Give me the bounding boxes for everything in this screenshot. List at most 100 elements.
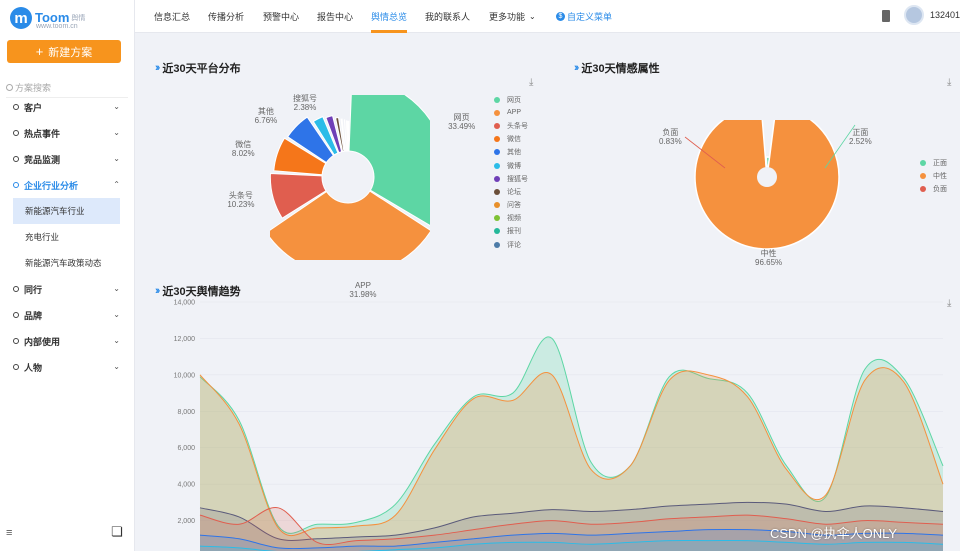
chevron-down-icon: ⌄ [113,310,120,319]
legend-swatch [920,185,926,192]
tab-more-functions[interactable]: 更多功能 ⌄ [489,0,536,33]
circle-icon [13,104,19,110]
watermark: CSDN @执伞人ONLY [770,526,898,541]
sidebar-item-label: 品牌 [24,310,43,321]
y-tick-label: 2,000 [177,518,195,525]
sentiment-data-label: 负面 0.83% [659,128,682,146]
double-chevron-icon: ›› [574,62,580,74]
chevron-down-icon: ⌄ [113,336,120,345]
tab-info-summary[interactable]: 信息汇总 [154,0,190,33]
sidebar-item-label: 竞品监测 [24,154,61,165]
y-tick-label: 4,000 [177,482,195,489]
avatar[interactable] [904,5,924,25]
tab-report-center[interactable]: 报告中心 [317,0,353,33]
double-chevron-icon: ›› [155,62,161,74]
legend-item[interactable]: 网页 [494,93,528,106]
circle-icon [13,286,19,292]
legend-swatch [494,109,500,116]
chevron-down-icon: ⌄ [113,128,120,137]
platform-legend: 网页 APP 头条号微信其他 微博 搜狐号论坛问答视频报刊评论 [494,93,528,251]
circle-icon [13,156,19,162]
pie-data-label: 微信 8.02% [231,140,255,159]
legend-item[interactable]: 问答 [494,199,528,212]
legend-item[interactable]: 头条号 [494,119,528,132]
dollar-circle-icon: $ [556,12,565,21]
y-tick-label: 12,000 [174,336,196,343]
collapse-menu-icon[interactable]: ≡ [6,527,12,539]
download-icon[interactable]: ⤓ [947,77,951,88]
sidebar-item-peers[interactable]: 同行 ⌄ [0,276,134,302]
sentiment-center-hole [757,167,777,187]
sidebar-item-industry[interactable]: 企业行业分析 ⌃ [0,172,134,198]
legend-swatch [494,202,500,209]
tab-spread-analysis[interactable]: 传播分析 [208,0,244,33]
shirt-icon[interactable]: ❏ [111,524,123,540]
pie-slice-11[interactable] [347,120,350,152]
legend-item[interactable]: 搜狐号 [494,172,528,185]
legend-item[interactable]: 微信 [494,133,528,146]
legend-item[interactable]: 其他 [494,146,528,159]
legend-item[interactable]: 微博 [494,159,528,172]
phone-icon[interactable] [882,10,890,22]
legend-swatch [494,215,500,222]
y-tick-label: 14,000 [174,300,196,307]
download-icon[interactable]: ⤓ [529,77,533,88]
chevron-down-icon: ⌄ [529,12,536,21]
tab-opinion-overview[interactable]: 舆情总览 [371,0,408,33]
pie-data-label: 其他 6.76% [254,107,278,126]
legend-swatch [494,162,500,169]
legend-item[interactable]: 视频 [494,212,528,225]
chevron-down-icon: ⌄ [113,362,120,371]
circle-icon [13,364,19,370]
sidebar-subitem-ev-industry[interactable]: 新能源汽车行业 [13,198,120,224]
legend-label: 正面 [933,159,947,167]
new-plan-button[interactable]: + 新建方案 [7,40,121,63]
legend-label: 报刊 [507,228,521,236]
sidebar-item-people[interactable]: 人物 ⌄ [0,354,134,380]
sidebar-item-label: 热点事件 [24,128,61,139]
legend-item[interactable]: 中性 [920,169,947,182]
sidebar-subitem-ev-policy[interactable]: 新能源汽车政策动态 [13,250,120,276]
legend-item[interactable]: 报刊 [494,225,528,238]
legend-item[interactable]: 正面 [920,156,947,169]
legend-swatch [920,172,926,179]
legend-item[interactable]: 负面 [920,182,947,195]
sidebar-item-customer[interactable]: 客户 ⌄ [0,94,134,120]
legend-swatch [494,149,500,156]
legend-swatch [494,122,500,129]
tab-contacts[interactable]: 我的联系人 [425,0,470,33]
sidebar-item-internal[interactable]: 内部使用 ⌄ [0,328,134,354]
sidebar-item-competitor[interactable]: 竞品监测 ⌄ [0,146,134,172]
sidebar-item-label: 同行 [24,284,43,295]
pie-data-label: 网页 33.49% [448,113,476,132]
circle-icon [13,182,19,188]
logo[interactable]: m Toom 舆情 www.toom.cn [10,5,85,31]
sidebar-subitem-charging[interactable]: 充电行业 [13,224,120,250]
sidebar-item-hot-events[interactable]: 热点事件 ⌄ [0,120,134,146]
legend-label: 微信 [507,136,521,144]
platform-section-title: ›› 近30天平台分布 [155,60,241,76]
legend-label: 评论 [507,241,521,249]
sentiment-data-label: 正面 2.52% [849,128,872,146]
custom-menu-link[interactable]: $ 自定义菜单 [556,0,612,33]
sentiment-section-title: ›› 近30天情感属性 [574,60,660,76]
legend-item[interactable]: 评论 [494,238,528,251]
tab-alert-center[interactable]: 预警中心 [263,0,299,33]
pie-data-label: 头条号 10.23% [227,191,255,210]
legend-item[interactable]: APP [494,106,528,119]
legend-item[interactable]: 论坛 [494,185,528,198]
sidebar-item-brand[interactable]: 品牌 ⌄ [0,302,134,328]
legend-label: 论坛 [507,188,521,196]
tab-more-label: 更多功能 [489,12,526,22]
logo-mark-icon: m [10,7,32,29]
pie-data-label: 搜狐号 2.38% [293,94,318,113]
legend-label: 网页 [507,96,521,104]
sidebar-item-label: 企业行业分析 [24,180,79,191]
legend-swatch [494,188,500,195]
chevron-down-icon: ⌄ [113,154,120,163]
legend-swatch [494,228,500,235]
user-id: 132401 [930,10,960,20]
legend-swatch [494,175,500,182]
legend-label: 视频 [507,215,521,223]
chevron-up-icon: ⌃ [113,180,120,189]
